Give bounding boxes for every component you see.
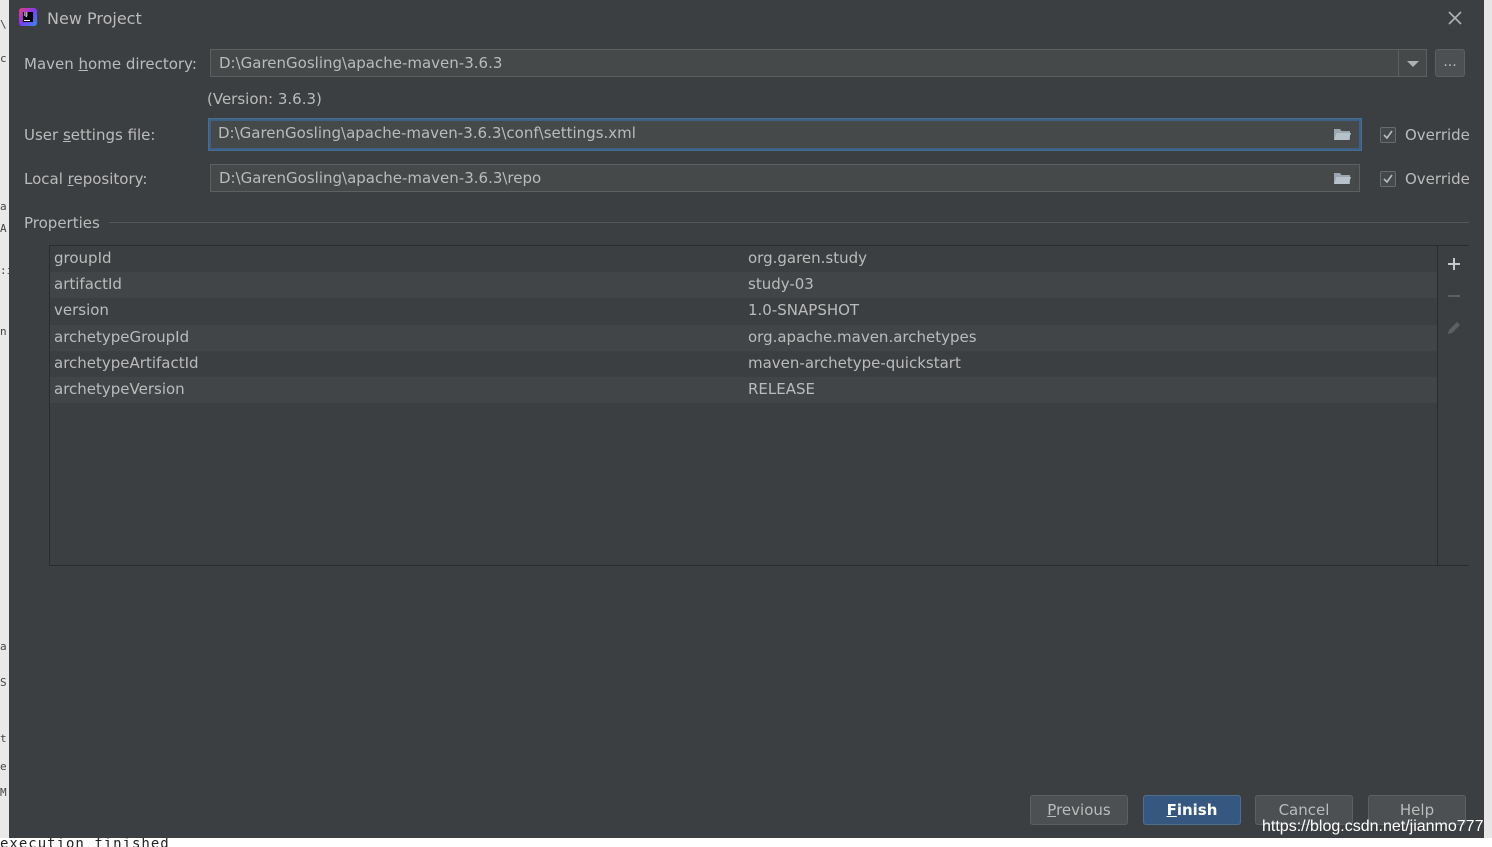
property-key: artifactId	[54, 275, 122, 294]
background-ide-edge: \ c a A :i n a S t e M	[0, 0, 13, 847]
local-repo-override-label[interactable]: Override	[1405, 170, 1470, 188]
previous-button[interactable]: Previous	[1030, 795, 1128, 825]
user-settings-value: D:\GarenGosling\apache-maven-3.6.3\conf\…	[218, 124, 636, 142]
local-repo-override-checkbox[interactable]	[1380, 171, 1396, 187]
local-repo-value: D:\GarenGosling\apache-maven-3.6.3\repo	[219, 169, 542, 187]
user-settings-field[interactable]: D:\GarenGosling\apache-maven-3.6.3\conf\…	[209, 119, 1361, 150]
checkmark-icon	[1383, 130, 1393, 140]
watermark-text: https://blog.csdn.net/jianmo777	[1262, 818, 1484, 835]
add-icon[interactable]	[1444, 254, 1464, 274]
new-project-dialog: IJ New Project Maven home directory: D:\…	[9, 0, 1484, 838]
user-settings-override-label[interactable]: Override	[1405, 126, 1470, 144]
property-key: archetypeArtifactId	[54, 353, 199, 372]
checkmark-icon	[1383, 174, 1393, 184]
user-settings-label: User settings file:	[24, 126, 156, 144]
folder-icon[interactable]	[1333, 171, 1351, 185]
property-value: maven-archetype-quickstart	[748, 353, 961, 372]
close-button[interactable]	[1445, 8, 1465, 28]
properties-table-body: groupId org.garen.study artifactId study…	[50, 246, 1437, 565]
local-repo-field[interactable]: D:\GarenGosling\apache-maven-3.6.3\repo	[210, 164, 1360, 192]
properties-toolbar	[1437, 246, 1469, 565]
property-key: archetypeVersion	[54, 379, 185, 398]
remove-icon[interactable]	[1444, 286, 1464, 306]
properties-table[interactable]: groupId org.garen.study artifactId study…	[49, 245, 1469, 566]
close-icon	[1448, 11, 1462, 25]
background-ide-right-edge	[1484, 0, 1492, 838]
table-row[interactable]: artifactId study-03	[50, 272, 1437, 299]
property-value: study-03	[748, 275, 814, 294]
table-row[interactable]: groupId org.garen.study	[50, 246, 1437, 272]
property-key: groupId	[54, 249, 112, 267]
maven-version-text: (Version: 3.6.3)	[207, 90, 322, 108]
properties-separator	[109, 222, 1469, 223]
browse-maven-home-button[interactable]: ...	[1435, 49, 1465, 77]
property-key: archetypeGroupId	[54, 327, 190, 346]
maven-home-combobox[interactable]: D:\GarenGosling\apache-maven-3.6.3	[210, 49, 1427, 77]
property-value: org.apache.maven.archetypes	[748, 327, 977, 346]
table-row[interactable]: archetypeArtifactId maven-archetype-quic…	[50, 351, 1437, 377]
maven-home-value: D:\GarenGosling\apache-maven-3.6.3	[219, 54, 503, 72]
properties-title: Properties	[24, 214, 100, 232]
folder-icon[interactable]	[1333, 127, 1351, 141]
background-console: execution finished	[0, 838, 1492, 847]
property-value: org.garen.study	[748, 249, 868, 267]
table-row[interactable]: archetypeVersion RELEASE	[50, 376, 1437, 404]
user-settings-override-checkbox[interactable]	[1380, 127, 1396, 143]
console-text: execution finished	[0, 838, 170, 847]
table-row[interactable]: archetypeGroupId org.apache.maven.archet…	[50, 324, 1437, 351]
property-value: RELEASE	[748, 379, 815, 398]
property-value: 1.0-SNAPSHOT	[748, 301, 860, 320]
chevron-down-icon[interactable]	[1398, 50, 1426, 76]
property-key: version	[54, 301, 109, 320]
dialog-title: New Project	[47, 9, 142, 28]
finish-button[interactable]: Finish	[1143, 795, 1241, 825]
maven-home-label: Maven home directory:	[24, 55, 197, 73]
local-repo-label: Local repository:	[24, 170, 148, 188]
edit-icon[interactable]	[1444, 318, 1464, 338]
table-row[interactable]: version 1.0-SNAPSHOT	[50, 298, 1437, 324]
intellij-idea-icon: IJ	[19, 8, 37, 26]
